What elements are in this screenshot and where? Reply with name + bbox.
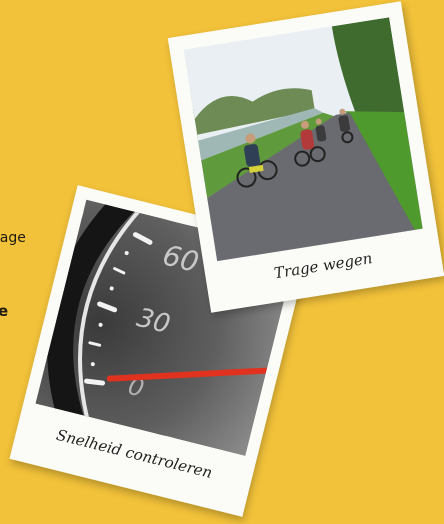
cyclists-photo [183,17,423,262]
polaroid-roads: Trage wegen [167,1,444,313]
body-text-fragment: rage [0,230,26,246]
cyclists-illustration [183,17,423,262]
body-text-fragment-bold: e [0,302,9,320]
